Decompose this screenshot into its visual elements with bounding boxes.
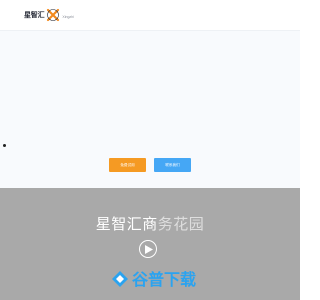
site-logo[interactable]: 星智汇 Xingzhi [24, 7, 74, 23]
logo-mark-icon [47, 8, 60, 22]
list-bullet [3, 144, 6, 147]
contact-us-button[interactable]: 联系我们 [154, 158, 191, 172]
logo-subtitle: Xingzhi [62, 15, 74, 19]
free-trial-button[interactable]: 免费试用 [109, 158, 146, 172]
logo-text: 星智汇 [24, 12, 45, 19]
play-icon [145, 244, 153, 254]
watermark: 谷普下载 [112, 270, 196, 289]
watermark-text: 谷普下载 [132, 270, 196, 289]
video-title: 星智汇商务花园 [0, 213, 300, 234]
hero-section [0, 31, 300, 188]
watermark-logo-icon [112, 271, 128, 287]
video-title-main: 星智汇商 [95, 216, 158, 233]
play-button[interactable] [139, 240, 157, 258]
top-nav: 星智汇 Xingzhi [0, 0, 300, 31]
video-title-light: 务花园 [157, 216, 205, 233]
